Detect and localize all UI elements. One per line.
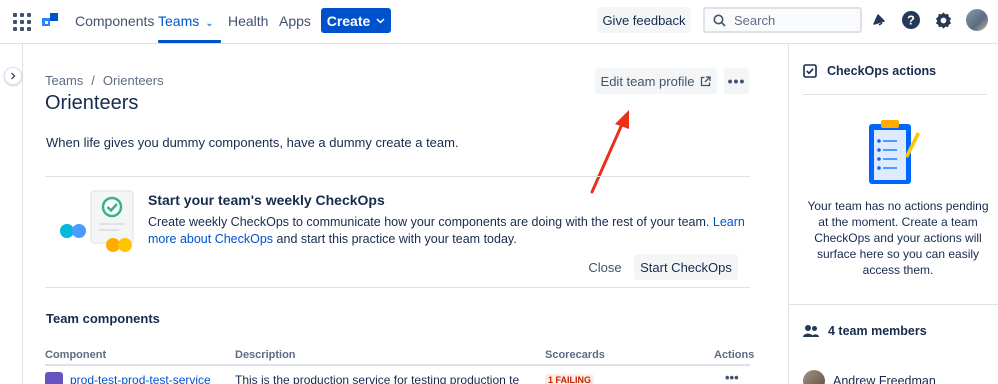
page-title: Orienteers	[45, 92, 139, 114]
nav-apps[interactable]: Apps	[279, 13, 311, 29]
compass-logo[interactable]	[41, 12, 59, 30]
avatar	[803, 370, 825, 384]
team-member-item[interactable]: Andrew Freedman	[803, 370, 936, 384]
component-link[interactable]: prod-test-prod-test-service	[70, 373, 211, 384]
nav-health[interactable]: Health	[228, 13, 268, 29]
start-checkops-button[interactable]: Start CheckOps	[634, 254, 738, 280]
checkops-card-body: Create weekly CheckOps to communicate ho…	[148, 214, 748, 248]
checkops-illustration	[60, 190, 134, 252]
checkops-prompt-card: Start your team's weekly CheckOps Create…	[45, 176, 750, 288]
team-components-heading: Team components	[46, 311, 160, 326]
chevron-down-icon	[376, 18, 385, 24]
expand-sidebar-button[interactable]	[4, 67, 22, 85]
breadcrumb-current[interactable]: Orienteers	[103, 73, 164, 88]
divider	[803, 94, 987, 95]
create-button-label: Create	[326, 12, 371, 29]
top-navigation: Components Teams ⌄ Health Apps Create Giv…	[0, 0, 998, 44]
chevron-down-icon: ⌄	[205, 18, 214, 29]
breadcrumb-separator: /	[91, 73, 95, 88]
empty-actions-message: Your team has no actions pending at the …	[807, 199, 989, 277]
search-box[interactable]	[703, 7, 862, 33]
chevron-right-icon	[11, 72, 16, 80]
user-avatar[interactable]	[966, 9, 988, 31]
settings-icon[interactable]	[932, 9, 954, 31]
column-header-scorecards: Scorecards	[545, 349, 605, 361]
svg-text:?: ?	[907, 13, 915, 28]
edit-team-profile-button[interactable]: Edit team profile	[595, 68, 717, 94]
team-member-name: Andrew Freedman	[833, 374, 936, 384]
clipboard-illustration	[869, 120, 920, 184]
team-members-title: 4 team members	[828, 324, 927, 338]
breadcrumb-teams[interactable]: Teams	[45, 73, 83, 88]
external-link-icon	[701, 75, 712, 86]
team-members-header: 4 team members	[803, 324, 927, 338]
column-header-actions: Actions	[714, 349, 755, 361]
nav-teams-label: Teams	[158, 13, 200, 29]
checkops-card-title: Start your team's weekly CheckOps	[148, 192, 385, 208]
give-feedback-button[interactable]: Give feedback	[597, 7, 691, 33]
column-header-component[interactable]: Component	[45, 349, 106, 361]
create-button[interactable]: Create	[321, 8, 391, 33]
active-tab-indicator	[158, 40, 221, 43]
notification-icon[interactable]	[868, 9, 890, 31]
column-header-description: Description	[235, 349, 296, 361]
help-icon[interactable]: ?	[900, 9, 922, 31]
nav-teams[interactable]: Teams ⌄	[158, 13, 214, 29]
more-actions-button[interactable]: •••	[724, 68, 749, 94]
component-description: This is the production service for testi…	[235, 373, 520, 384]
row-actions-button[interactable]: •••	[725, 370, 739, 384]
table-row: prod-test-prod-test-service This is the …	[45, 368, 750, 384]
checkops-actions-title: CheckOps actions	[827, 64, 937, 78]
checkops-body-suffix: and start this practice with your team t…	[273, 232, 517, 246]
right-panel: CheckOps actions Your team has no action…	[788, 44, 998, 384]
people-icon	[803, 325, 819, 337]
checkops-actions-header: CheckOps actions	[803, 64, 936, 78]
nav-components[interactable]: Components	[75, 13, 154, 29]
divider	[789, 304, 998, 305]
search-icon	[713, 14, 726, 27]
scorecard-status-badge[interactable]: 1 FAILING	[545, 374, 595, 384]
components-table-header: Component Description Scorecards Actions	[45, 344, 754, 366]
apps-grid-icon[interactable]	[13, 13, 31, 31]
search-input[interactable]	[734, 12, 844, 28]
checkops-body-prefix: Create weekly CheckOps to communicate ho…	[148, 215, 710, 229]
close-button[interactable]: Close	[585, 254, 625, 280]
edit-team-profile-label: Edit team profile	[600, 73, 695, 89]
team-description: When life gives you dummy components, ha…	[46, 135, 459, 150]
service-icon	[45, 372, 63, 384]
checkbox-icon	[803, 64, 817, 78]
breadcrumb: Teams / Orienteers	[45, 73, 164, 88]
left-sidebar-collapsed	[0, 44, 23, 384]
